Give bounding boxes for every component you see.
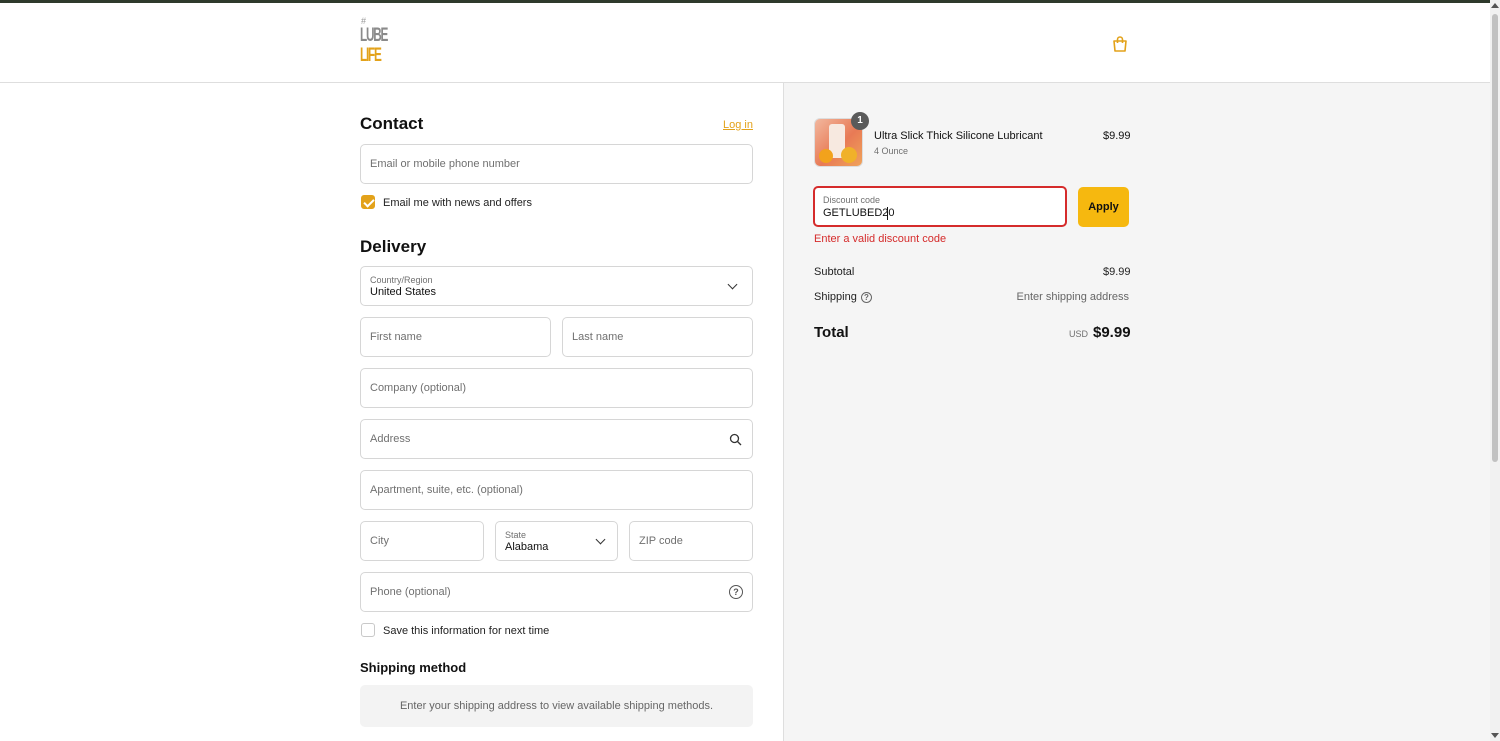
- text-caret: [887, 207, 888, 220]
- contact-heading: Contact: [360, 114, 424, 133]
- bag-icon[interactable]: [1111, 35, 1129, 53]
- state-label: State: [505, 530, 527, 540]
- product-fruit-left: [819, 149, 833, 163]
- quantity-badge: 1: [851, 112, 869, 130]
- logo-line2: LIFE: [360, 45, 382, 66]
- scrollbar-thumb[interactable]: [1492, 14, 1498, 462]
- phone-field[interactable]: Phone (optional) ?: [360, 572, 753, 612]
- shipping-method-notice: Enter your shipping address to view avai…: [399, 700, 714, 712]
- zip-field[interactable]: ZIP code: [629, 521, 753, 561]
- apply-discount-button[interactable]: Apply: [1078, 187, 1129, 227]
- total-value: $9.99: [1093, 324, 1131, 341]
- shipping-method-notice-box: Enter your shipping address to view avai…: [360, 685, 753, 727]
- discount-error-message: Enter a valid discount code: [814, 233, 947, 245]
- city-field[interactable]: City: [360, 521, 484, 561]
- news-checkbox-label: Email me with news and offers: [383, 197, 532, 209]
- login-link[interactable]: Log in: [723, 119, 753, 131]
- last-name-placeholder: Last name: [572, 331, 624, 343]
- discount-code-value: GETLUBED20: [823, 207, 895, 219]
- help-circle-icon[interactable]: ?: [729, 585, 743, 599]
- zip-placeholder: ZIP code: [639, 535, 683, 547]
- phone-placeholder: Phone (optional): [370, 586, 451, 598]
- store-logo[interactable]: # LUBE LIFE: [360, 17, 388, 69]
- delivery-heading: Delivery: [360, 237, 427, 256]
- product-price: $9.99: [1103, 130, 1131, 142]
- product-fruit-right: [841, 147, 857, 163]
- help-circle-icon[interactable]: ?: [861, 292, 872, 303]
- state-select[interactable]: State Alabama: [495, 521, 618, 561]
- order-summary-pane: [783, 83, 1490, 741]
- subtotal-label: Subtotal: [814, 266, 855, 278]
- first-name-placeholder: First name: [370, 331, 422, 343]
- product-variant: 4 Ounce: [874, 146, 909, 156]
- currency-code: USD: [1069, 329, 1089, 339]
- news-checkbox[interactable]: [361, 195, 375, 209]
- company-field[interactable]: Company (optional): [360, 368, 753, 408]
- state-value: Alabama: [505, 541, 549, 553]
- product-name: Ultra Slick Thick Silicone Lubricant: [874, 130, 1043, 142]
- chevron-down-icon: [727, 279, 738, 290]
- search-icon[interactable]: [729, 433, 742, 446]
- company-placeholder: Company (optional): [370, 382, 466, 394]
- scroll-up-arrow-icon[interactable]: [1491, 3, 1499, 8]
- shipping-method-heading: Shipping method: [360, 660, 467, 675]
- discount-code-field[interactable]: Discount code GETLUBED20: [813, 186, 1067, 227]
- shipping-label: Shipping: [814, 291, 857, 303]
- country-select[interactable]: Country/Region United States: [360, 266, 753, 306]
- logo-line1: LUBE: [360, 25, 388, 46]
- shipping-value: Enter shipping address: [1016, 291, 1129, 303]
- save-info-checkbox[interactable]: [361, 623, 375, 637]
- save-info-label: Save this information for next time: [383, 625, 550, 637]
- scroll-down-arrow-icon[interactable]: [1491, 733, 1499, 738]
- discount-code-label: Discount code: [823, 195, 881, 205]
- scrollbar[interactable]: [1490, 0, 1500, 741]
- email-placeholder: Email or mobile phone number: [370, 158, 520, 170]
- last-name-field[interactable]: Last name: [562, 317, 753, 357]
- city-placeholder: City: [370, 535, 389, 547]
- total-label: Total: [814, 324, 849, 341]
- chevron-down-icon: [595, 534, 606, 545]
- apartment-placeholder: Apartment, suite, etc. (optional): [370, 484, 523, 496]
- address-field[interactable]: Address: [360, 419, 753, 459]
- subtotal-value: $9.99: [1103, 266, 1131, 278]
- first-name-field[interactable]: First name: [360, 317, 551, 357]
- country-label: Country/Region: [370, 275, 433, 285]
- apartment-field[interactable]: Apartment, suite, etc. (optional): [360, 470, 753, 510]
- header: # LUBE LIFE: [0, 3, 1490, 83]
- address-placeholder: Address: [370, 433, 411, 445]
- email-field[interactable]: Email or mobile phone number: [360, 144, 753, 184]
- country-value: United States: [370, 286, 437, 298]
